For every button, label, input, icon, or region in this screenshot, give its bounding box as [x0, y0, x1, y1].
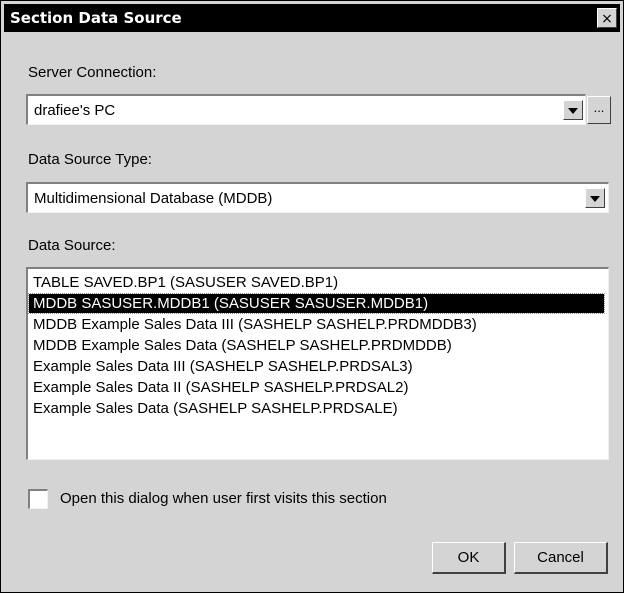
data-source-list[interactable]: TABLE SAVED.BP1 (SASUSER SAVED.BP1) MDDB… — [26, 267, 609, 460]
server-connection-dropdown-button[interactable] — [563, 100, 583, 120]
chevron-down-icon — [568, 108, 578, 114]
open-dialog-checkbox[interactable] — [28, 489, 48, 509]
chevron-down-icon — [590, 196, 600, 202]
ok-button[interactable]: OK — [432, 542, 506, 574]
data-source-label: Data Source: — [28, 237, 116, 254]
cancel-button[interactable]: Cancel — [514, 542, 608, 574]
list-item[interactable]: TABLE SAVED.BP1 (SASUSER SAVED.BP1) — [29, 273, 604, 292]
data-source-type-dropdown-button[interactable] — [585, 188, 605, 208]
window-title: Section Data Source — [10, 9, 182, 27]
section-data-source-dialog: Section Data Source × Server Connection:… — [0, 0, 624, 593]
list-item[interactable]: Example Sales Data III (SASHELP SASHELP.… — [29, 357, 604, 376]
server-connection-browse-button[interactable]: ... — [587, 96, 611, 124]
list-item[interactable]: Example Sales Data (SASHELP SASHELP.PRDS… — [29, 399, 604, 418]
open-dialog-checkbox-label[interactable]: Open this dialog when user first visits … — [60, 490, 387, 507]
server-connection-value: drafiee's PC — [34, 102, 116, 119]
server-connection-select[interactable]: drafiee's PC — [26, 94, 586, 125]
title-bar[interactable]: Section Data Source × — [4, 4, 620, 32]
list-item-selected[interactable]: MDDB SASUSER.MDDB1 (SASUSER SASUSER.MDDB… — [28, 293, 605, 314]
close-icon[interactable]: × — [597, 8, 617, 28]
list-item[interactable]: Example Sales Data II (SASHELP SASHELP.P… — [29, 378, 604, 397]
server-connection-label: Server Connection: — [28, 64, 157, 81]
data-source-type-select[interactable]: Multidimensional Database (MDDB) — [26, 182, 609, 213]
data-source-type-value: Multidimensional Database (MDDB) — [34, 190, 273, 207]
list-item[interactable]: MDDB Example Sales Data III (SASHELP SAS… — [29, 315, 604, 334]
data-source-type-label: Data Source Type: — [28, 151, 152, 168]
list-item[interactable]: MDDB Example Sales Data (SASHELP SASHELP… — [29, 336, 604, 355]
